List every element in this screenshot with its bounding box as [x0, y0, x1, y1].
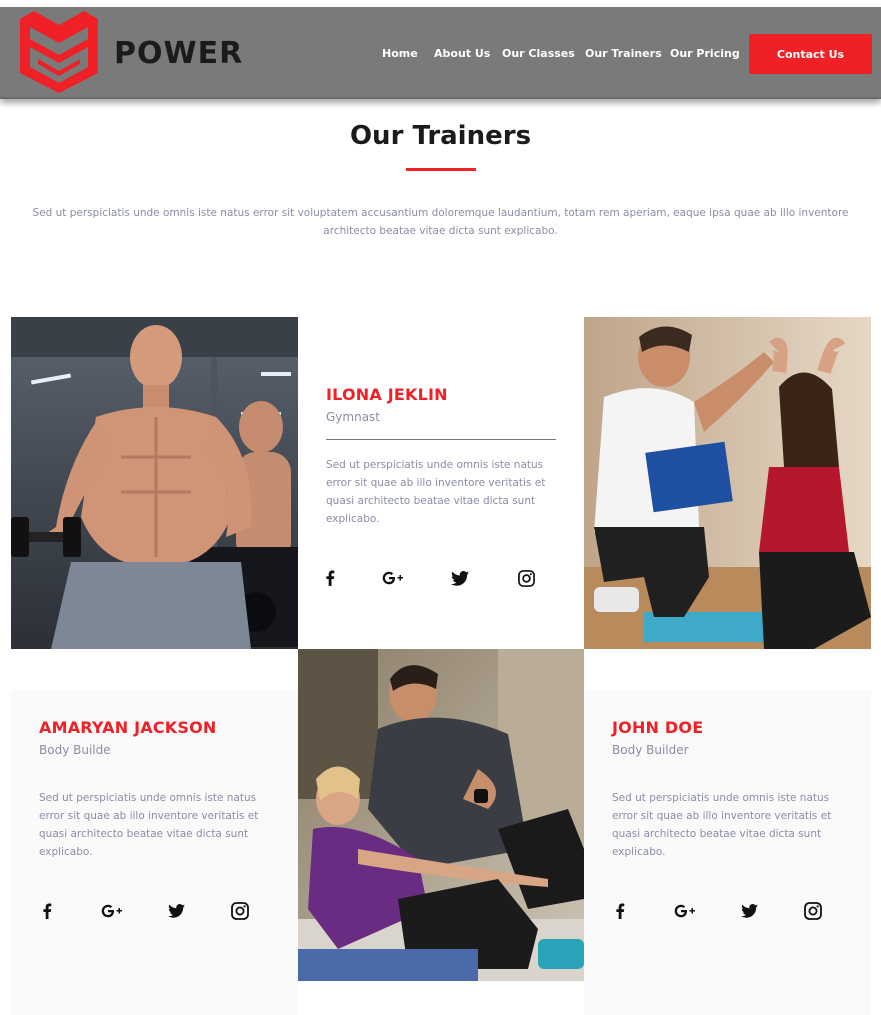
trainer-name: ILONA JEKLIN [326, 385, 448, 404]
trainer-card-amaryan-jackson: AMARYAN JACKSON Body Builde Sed ut persp… [11, 690, 298, 1015]
instagram-icon[interactable] [516, 568, 536, 588]
nav-our-pricing[interactable]: Our Pricing [670, 47, 740, 60]
power-logo-icon[interactable] [20, 11, 98, 93]
trainer-role: Body Builder [612, 743, 689, 757]
google-plus-icon[interactable] [673, 901, 697, 921]
nav-about-us[interactable]: About Us [434, 47, 490, 60]
twitter-icon[interactable] [739, 901, 759, 921]
card-divider [326, 439, 556, 440]
contact-us-button[interactable]: Contact Us [749, 34, 872, 74]
trainer-photo-stretching [584, 317, 871, 649]
trainer-bio: Sed ut perspiciatis unde omnis iste natu… [326, 459, 546, 525]
trainer-bio: Sed ut perspiciatis unde omnis iste natu… [612, 792, 832, 858]
trainer-card-john-doe: JOHN DOE Body Builder Sed ut perspiciati… [584, 690, 871, 1015]
site-header: POWER Home About Us Our Classes Our Trai… [0, 7, 881, 99]
twitter-icon[interactable] [166, 901, 186, 921]
trainer-role: Body Builde [39, 743, 111, 757]
title-underline [406, 168, 476, 171]
google-plus-icon[interactable] [381, 568, 405, 588]
trainer-photo-bodybuilder [11, 317, 298, 649]
twitter-icon[interactable] [450, 568, 470, 588]
trainer-photo-situps [298, 649, 584, 981]
instagram-icon[interactable] [230, 901, 250, 921]
trainer-name: AMARYAN JACKSON [39, 718, 217, 737]
brand-name[interactable]: POWER [114, 36, 243, 71]
nav-our-classes[interactable]: Our Classes [502, 47, 575, 60]
facebook-icon[interactable] [320, 568, 340, 588]
section-title: Our Trainers [349, 121, 532, 151]
nav-home[interactable]: Home [382, 47, 418, 60]
trainer-name: JOHN DOE [612, 718, 704, 737]
instagram-icon[interactable] [803, 901, 823, 921]
trainer-role: Gymnast [326, 410, 381, 424]
trainer-card-ilona-jeklin: ILONA JEKLIN Gymnast Sed ut perspiciatis… [298, 317, 584, 649]
facebook-icon[interactable] [37, 901, 57, 921]
facebook-icon[interactable] [610, 901, 630, 921]
section-description: Sed ut perspiciatis unde omnis iste natu… [32, 207, 849, 237]
google-plus-icon[interactable] [100, 901, 124, 921]
trainer-bio: Sed ut perspiciatis unde omnis iste natu… [39, 792, 259, 858]
nav-our-trainers[interactable]: Our Trainers [585, 47, 662, 60]
